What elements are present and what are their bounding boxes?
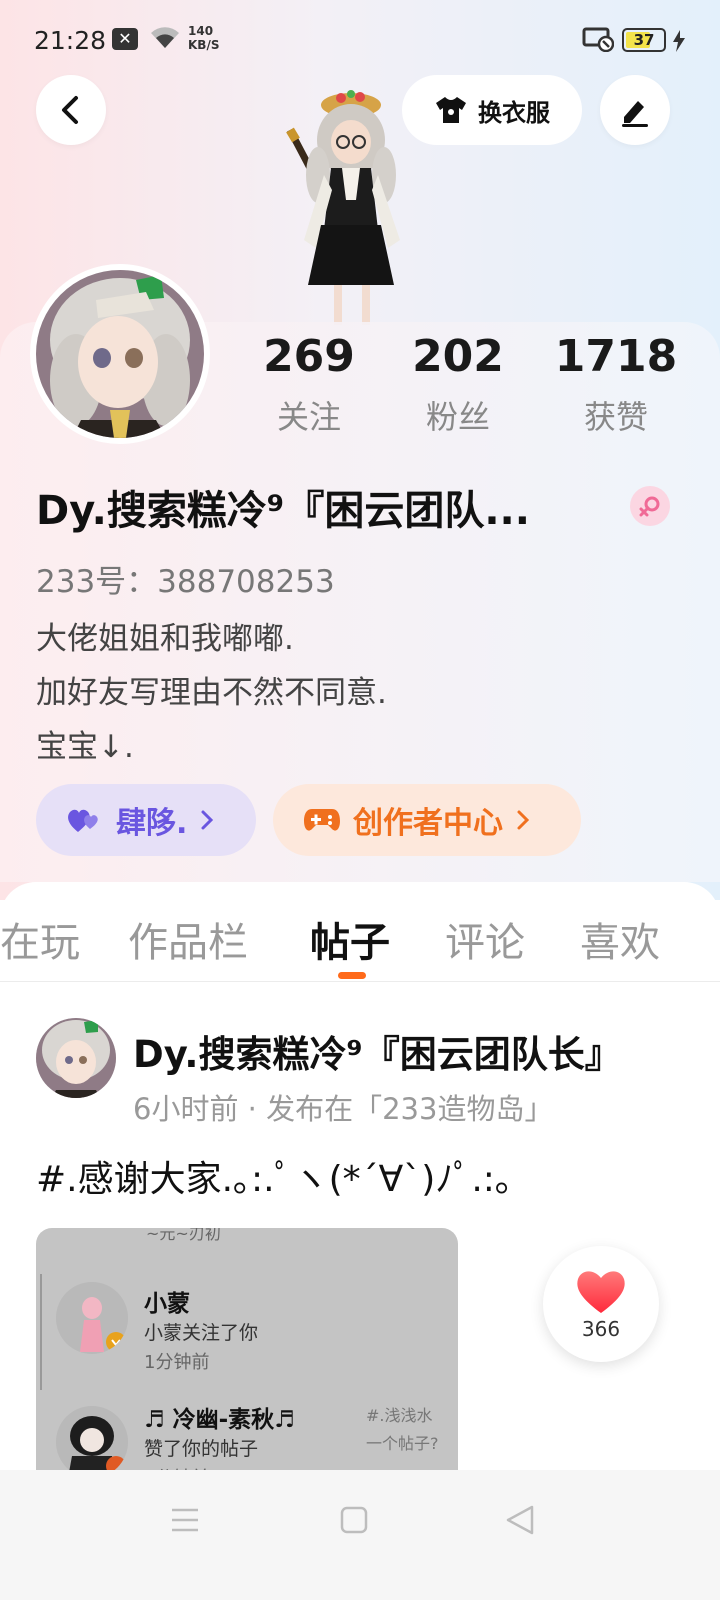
wifi-icon <box>151 27 179 48</box>
tab-works[interactable]: 作品栏 <box>128 910 248 968</box>
following-stat[interactable]: 269 关注 <box>239 330 379 438</box>
system-nav-bar <box>0 1470 720 1600</box>
avatar-image <box>36 270 204 438</box>
following-count: 269 <box>263 331 355 382</box>
menu-icon[interactable] <box>170 1506 200 1534</box>
edit-profile-button[interactable] <box>600 75 670 145</box>
user-id: 233号：388708253 <box>36 564 335 600</box>
tab-playing[interactable]: 在玩 <box>0 910 80 968</box>
pencil-icon <box>622 101 648 127</box>
avatar-character-figure <box>286 90 400 325</box>
tab-likes[interactable]: 喜欢 <box>580 910 660 968</box>
notification-avatar <box>56 1406 128 1478</box>
notification-name: 小蒙 <box>144 1291 190 1317</box>
screen-cast-icon <box>582 27 614 52</box>
gamepad-icon <box>304 809 340 831</box>
notification-avatar <box>56 1282 128 1354</box>
bio-line: 加好友写理由不然不同意. <box>36 675 387 711</box>
bio-line: 宝宝↓. <box>36 729 134 765</box>
home-icon[interactable] <box>340 1506 368 1534</box>
creator-center-button[interactable]: 创作者中心 <box>273 784 581 856</box>
tab-posts[interactable]: 帖子 <box>310 910 390 968</box>
change-outfit-label: 换衣服 <box>478 98 550 127</box>
notification-x-icon: ✕ <box>112 28 138 50</box>
network-speed: 140 KB/S <box>188 24 220 52</box>
active-tab-indicator <box>338 972 366 979</box>
notification-time: 1分钟前 <box>144 1352 210 1373</box>
female-gender-icon <box>630 486 670 526</box>
followers-stat[interactable]: 202 粉丝 <box>388 330 528 438</box>
chevron-left-icon <box>62 96 78 124</box>
heart-icon <box>577 1271 625 1313</box>
like-button[interactable]: 366 <box>543 1246 659 1362</box>
post-author-avatar[interactable] <box>36 1018 116 1098</box>
chevron-right-icon <box>517 810 530 830</box>
profile-bio: 大佬姐姐和我嘟嘟. 加好友写理由不然不同意. 宝宝↓. <box>36 612 387 774</box>
likes-count: 1718 <box>554 331 678 382</box>
post-image[interactable]: ~元~刃初 小蒙 小蒙关注了你 1分钟前 ♬ 冷幽-素秋♬ 赞了你的帖子 #.浅… <box>36 1228 458 1478</box>
charging-icon <box>673 30 685 52</box>
followers-label: 粉丝 <box>425 398 490 436</box>
status-time: 21:28 <box>34 26 107 55</box>
tshirt-icon <box>436 97 466 123</box>
followers-count: 202 <box>412 331 504 382</box>
like-count: 366 <box>581 1317 621 1341</box>
post-meta: 6小时前 · 发布在「233造物岛」 <box>133 1092 554 1126</box>
bio-line: 大佬姐姐和我嘟嘟. <box>36 621 294 657</box>
likes-label: 获赞 <box>583 398 648 436</box>
profile-username: Dy.搜索糕冷⁹『困云团队... <box>36 488 530 534</box>
notification-snippet: #.浅浅水一个帖子? <box>366 1406 439 1453</box>
following-label: 关注 <box>276 398 341 436</box>
notification-action: 小蒙关注了你 <box>144 1322 259 1344</box>
image-edge <box>36 1274 42 1390</box>
likes-stat[interactable]: 1718 获赞 <box>546 330 686 438</box>
double-heart-icon <box>68 809 98 832</box>
post-text[interactable]: #.感谢大家.｡:.ﾟヽ(*´∀`)ﾉﾟ.:｡ <box>36 1150 513 1202</box>
profile-avatar[interactable] <box>30 264 210 444</box>
notification-name: ♬ 冷幽-素秋♬ <box>144 1407 295 1433</box>
back-button[interactable] <box>36 75 106 145</box>
relationship-badge-button[interactable]: 肆陊. <box>36 784 256 856</box>
post-author-name[interactable]: Dy.搜索糕冷⁹『困云团队长』 <box>133 1024 622 1078</box>
creator-center-label: 创作者中心 <box>353 806 503 841</box>
battery-icon: 37 <box>622 28 666 52</box>
tab-comments[interactable]: 评论 <box>445 910 525 968</box>
image-top-fragment: ~元~刃初 <box>146 1228 221 1243</box>
relationship-badge-label: 肆陊. <box>116 806 188 841</box>
back-nav-icon[interactable] <box>504 1504 536 1536</box>
status-bar: 21:28 ✕ 140 KB/S 37 <box>0 0 720 80</box>
notification-action: 赞了你的帖子 <box>144 1438 259 1460</box>
chevron-right-icon <box>201 810 214 830</box>
